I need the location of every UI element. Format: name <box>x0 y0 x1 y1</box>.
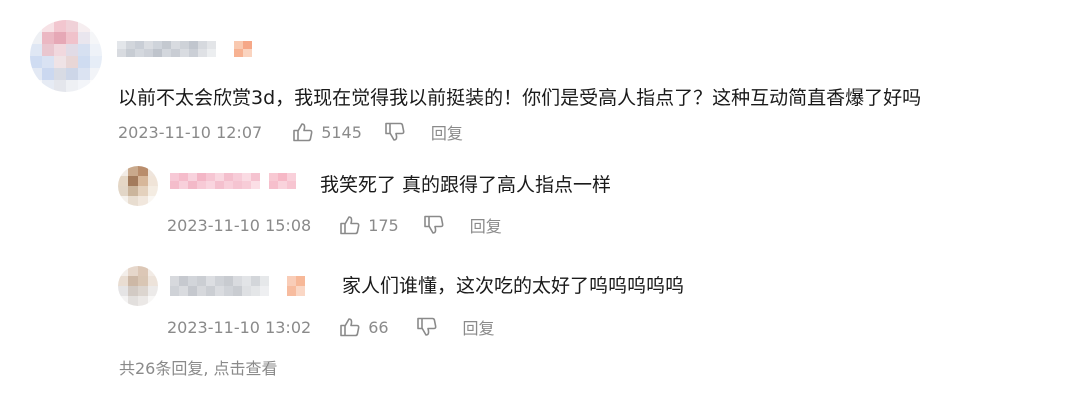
reply-avatar[interactable] <box>118 266 158 306</box>
thumbs-down-icon[interactable] <box>416 317 438 337</box>
avatar[interactable] <box>30 20 102 92</box>
view-more-replies-link[interactable]: 共26条回复, 点击查看 <box>119 358 278 380</box>
reply-button[interactable]: 回复 <box>431 120 463 144</box>
reply-avatar[interactable] <box>118 166 158 206</box>
reply-username[interactable] <box>170 276 305 296</box>
reply-time: 2023-11-10 13:02 <box>167 317 312 337</box>
reply-username[interactable] <box>170 173 296 189</box>
reply-meta: 2023-11-10 13:02 66 回复 <box>167 315 495 339</box>
like-count[interactable]: 66 <box>368 318 388 337</box>
comment-text: 以前不太会欣赏3d，我现在觉得我以前挺装的！你们是受高人指点了？这种互动简直香爆… <box>118 87 922 109</box>
reply-time: 2023-11-10 15:08 <box>167 215 312 235</box>
reply-text: 家人们谁懂，这次吃的太好了呜呜呜呜呜 <box>342 275 685 297</box>
thumbs-down-icon[interactable] <box>423 215 445 235</box>
reply-button[interactable]: 回复 <box>463 315 495 339</box>
thumbs-down-icon[interactable] <box>384 122 406 142</box>
thumbs-up-icon[interactable] <box>292 122 314 142</box>
comment-meta: 2023-11-10 12:07 5145 回复 <box>118 120 463 144</box>
like-count[interactable]: 175 <box>368 216 399 235</box>
reply-meta: 2023-11-10 15:08 175 回复 <box>167 213 502 237</box>
thumbs-up-icon[interactable] <box>339 317 361 337</box>
reply-text: 我笑死了 真的跟得了高人指点一样 <box>320 174 612 196</box>
comment-time: 2023-11-10 12:07 <box>118 122 263 142</box>
reply-button[interactable]: 回复 <box>470 213 502 237</box>
username[interactable] <box>117 41 252 57</box>
thumbs-up-icon[interactable] <box>339 215 361 235</box>
like-count[interactable]: 5145 <box>321 123 362 142</box>
